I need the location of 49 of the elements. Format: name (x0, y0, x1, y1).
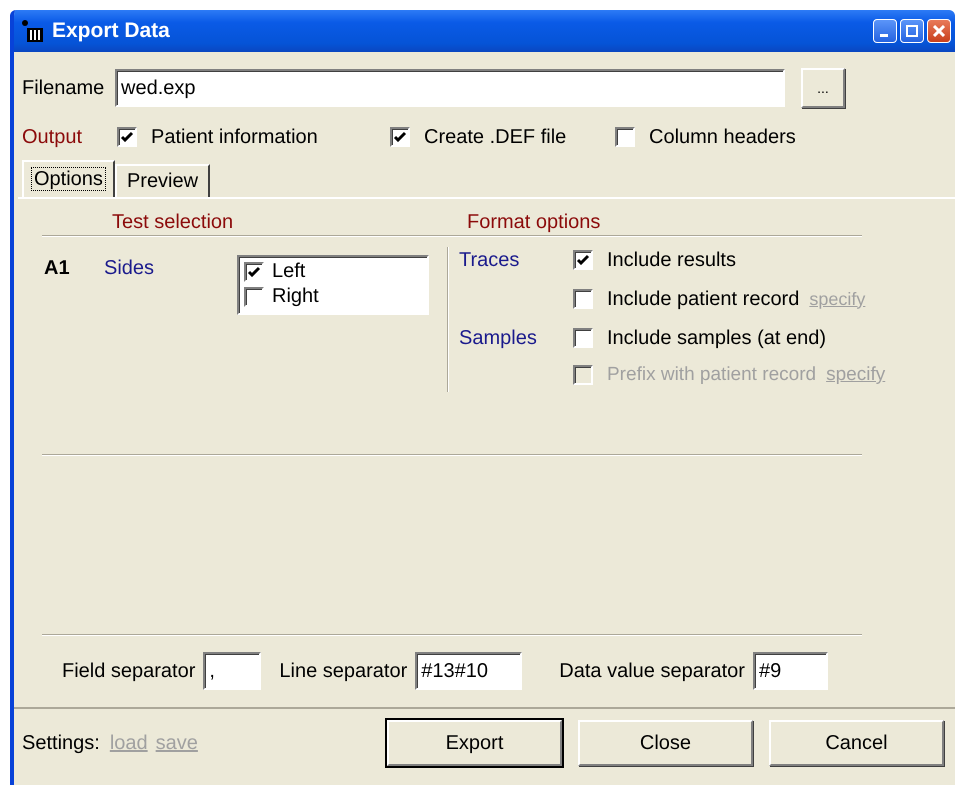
list-item-label: Right (272, 285, 319, 308)
filename-field[interactable]: wed.exp (115, 69, 785, 107)
checkbox-label: Include patient record (607, 288, 800, 310)
dialog-button[interactable]: Cancel (769, 720, 944, 766)
check-icon (393, 130, 407, 144)
app-icon (22, 19, 44, 43)
checkbox-label: Column headers (649, 126, 796, 148)
browse-button[interactable]: ... (801, 68, 845, 108)
maximize-button[interactable] (900, 19, 924, 43)
separator-field[interactable]: , (203, 652, 262, 690)
minimize-icon (880, 34, 888, 36)
checkbox-label: Create .DEF file (424, 126, 566, 148)
separator-label: Line separator (279, 660, 408, 682)
group-label: Sides (104, 257, 156, 280)
close-button[interactable] (927, 19, 951, 43)
dialog-button[interactable]: Close (578, 720, 753, 766)
group-label: Samples (459, 326, 537, 348)
check-icon (120, 130, 134, 144)
check-icon (576, 253, 590, 267)
minimize-button[interactable] (873, 19, 897, 43)
separator-label: Field separator (62, 660, 196, 682)
checkbox-label: Prefix with patient record (607, 364, 816, 386)
close-icon (933, 25, 945, 37)
checkbox-label: Include results (607, 248, 736, 272)
test-code: A1 (43, 257, 71, 280)
checkbox[interactable] (573, 289, 593, 309)
list-item-label: Left (272, 260, 306, 283)
settings-label: Settings: (22, 732, 100, 754)
checkbox[interactable] (117, 127, 137, 147)
filename-label: Filename (22, 76, 106, 100)
group-label: Traces (459, 248, 520, 270)
checkbox[interactable] (573, 250, 593, 270)
tab[interactable]: Options (22, 160, 115, 197)
window-title: Export Data (52, 19, 171, 43)
section-heading: Test selection (112, 210, 234, 234)
checkbox[interactable] (615, 127, 635, 147)
checkbox[interactable] (390, 127, 410, 147)
check-icon (247, 264, 261, 278)
checkbox[interactable] (573, 328, 593, 348)
maximize-icon (906, 25, 918, 37)
separator-field[interactable]: #13#10 (415, 652, 522, 690)
checkbox-label: Include samples (at end) (607, 326, 826, 350)
output-label: Output (22, 126, 84, 148)
tab[interactable]: Preview (114, 164, 210, 197)
dialog-button[interactable]: Export (387, 720, 562, 766)
section-heading: Format options (467, 210, 600, 234)
checkbox-label: Patient information (151, 126, 318, 148)
separator-label: Data value separator (559, 660, 745, 682)
separator-field[interactable]: #9 (752, 652, 828, 690)
